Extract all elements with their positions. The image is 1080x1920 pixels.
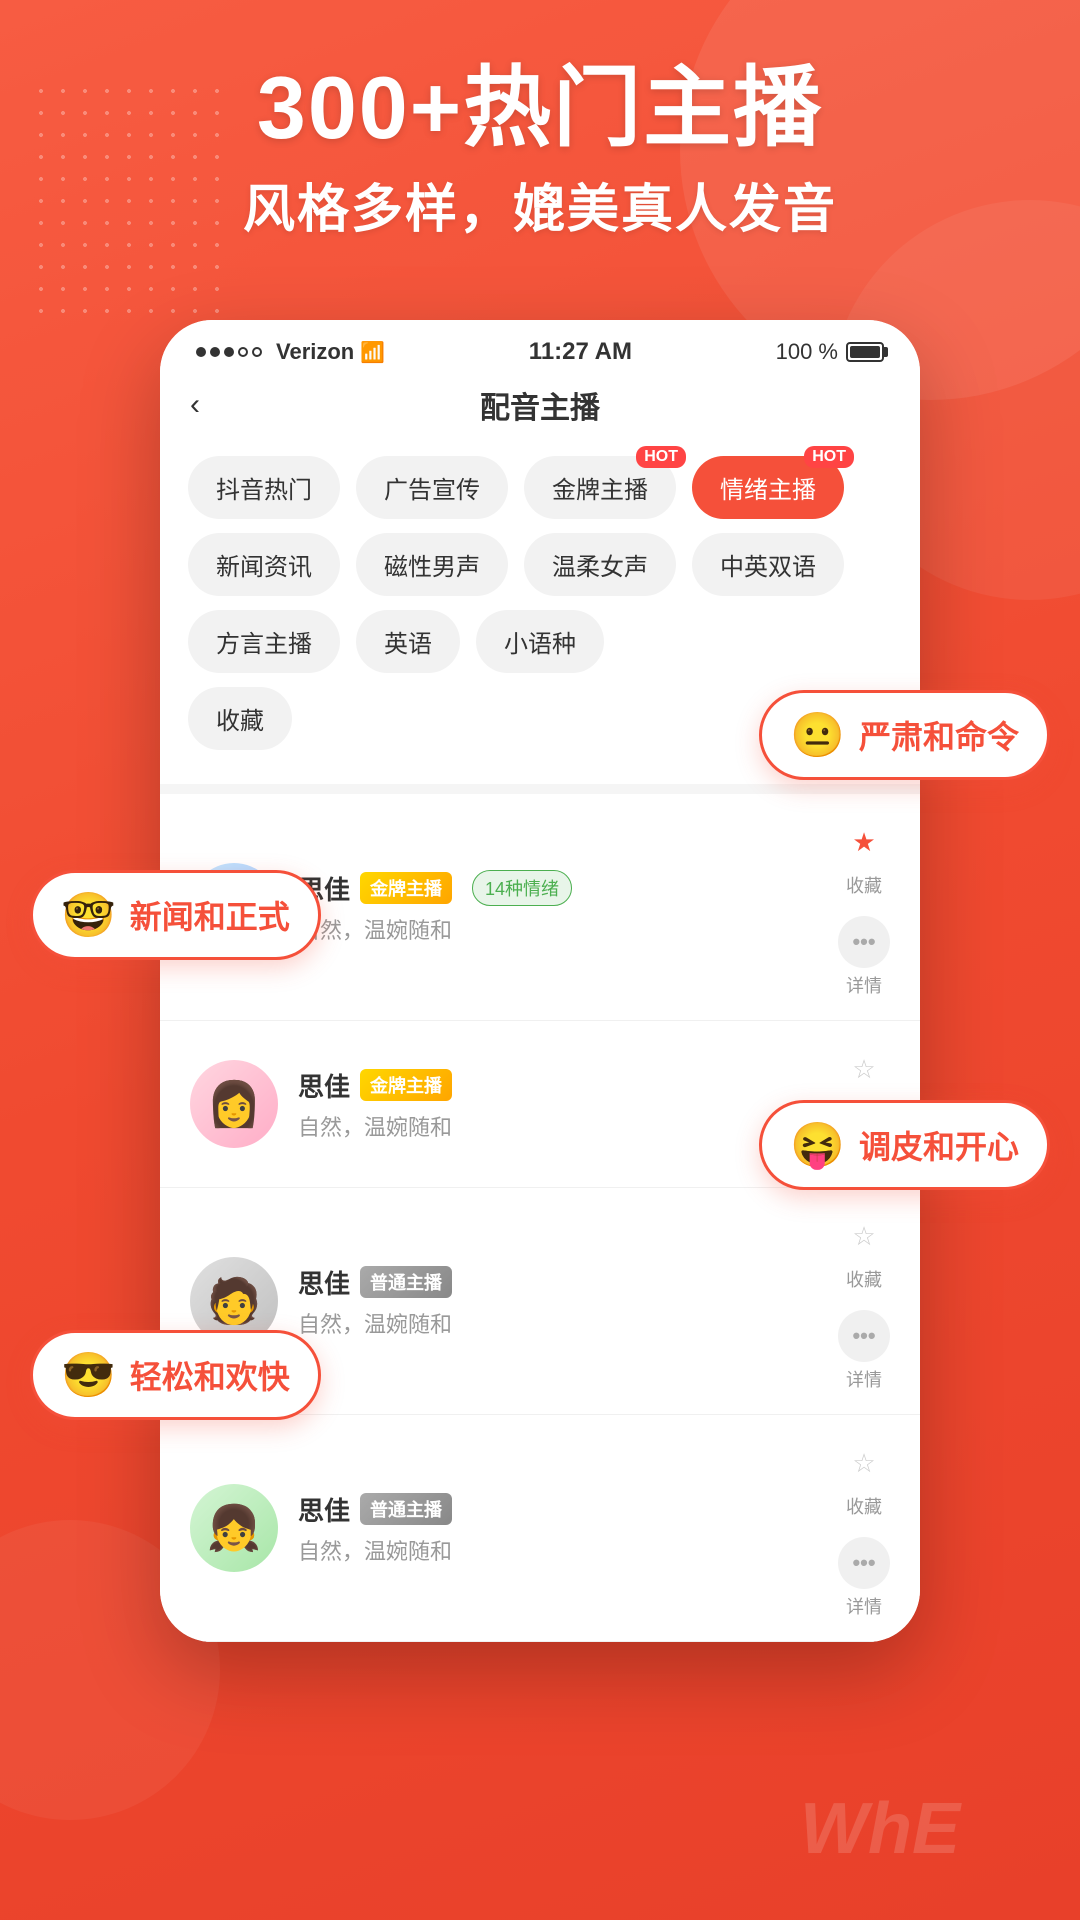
voice-name-4: 思佳 (298, 1491, 350, 1528)
voice-name-3: 思佳 (298, 1264, 350, 1301)
detail-label-3: 详情 (846, 1366, 882, 1392)
category-collect[interactable]: 收藏 (188, 687, 292, 750)
voice-item-4: 👧 思佳 普通主播 自然，温婉随和 ☆ 收藏 ••• 详情 (160, 1415, 920, 1642)
tooltip-news: 🤓 新闻和正式 (30, 870, 321, 960)
whe-watermark: WhE (800, 1788, 960, 1870)
avatar-2: 👩 (190, 1060, 278, 1148)
category-gentle[interactable]: 温柔女声 (524, 533, 676, 596)
collect-label-4: 收藏 (846, 1493, 882, 1519)
detail-btn-1[interactable]: ••• 详情 (838, 916, 890, 998)
more-icon-1: ••• (838, 916, 890, 968)
collect-btn-3[interactable]: ☆ 收藏 (838, 1210, 890, 1292)
tooltip-news-text: 新闻和正式 (130, 892, 290, 938)
emotion-badge-1: 14种情绪 (472, 870, 572, 906)
status-bar: Verizon 📶 11:27 AM 100 % (160, 320, 920, 378)
tooltip-playful: 😝 调皮和开心 (759, 1100, 1050, 1190)
voice-actions-3: ☆ 收藏 ••• 详情 (838, 1210, 890, 1392)
vip-badge-2: 金牌主播 (360, 1069, 452, 1101)
category-english[interactable]: 英语 (356, 610, 460, 673)
collect-label-3: 收藏 (846, 1266, 882, 1292)
collect-btn-1[interactable]: ★ 收藏 (838, 816, 890, 898)
vip-badge-1: 金牌主播 (360, 872, 452, 904)
star-icon-1: ★ (838, 816, 890, 868)
category-douyin[interactable]: 抖音热门 (188, 456, 340, 519)
star-icon-3: ☆ (838, 1210, 890, 1262)
carrier-label: Verizon (276, 339, 354, 365)
voice-actions-1: ★ 收藏 ••• 详情 (838, 816, 890, 998)
battery-icon (846, 342, 884, 362)
voice-desc-1: 自然，温婉随和 (298, 913, 822, 945)
category-dialect[interactable]: 方言主播 (188, 610, 340, 673)
app-bar: ‹ 配音主播 (160, 378, 920, 440)
header-sub-title: 风格多样，媲美真人发音 (0, 167, 1080, 242)
detail-btn-3[interactable]: ••• 详情 (838, 1310, 890, 1392)
voice-name-2: 思佳 (298, 1067, 350, 1104)
collect-btn-2[interactable]: ☆ (838, 1043, 890, 1095)
detail-label-4: 详情 (846, 1593, 882, 1619)
battery-fill (850, 346, 880, 358)
tooltip-strict-emoji: 😐 (790, 709, 845, 761)
back-button[interactable]: ‹ (190, 388, 200, 422)
voice-desc-4: 自然，温婉随和 (298, 1534, 822, 1566)
status-right: 100 % (776, 339, 884, 365)
avatar-4: 👧 (190, 1484, 278, 1572)
voice-desc-3: 自然，温婉随和 (298, 1307, 822, 1339)
category-row-1: 抖音热门 广告宣传 金牌主播 HOT 情绪主播 HOT (188, 456, 892, 519)
signal-dot-1 (196, 347, 206, 357)
vip-badge-3: 普通主播 (360, 1266, 452, 1298)
tooltip-relax-text: 轻松和欢快 (130, 1352, 290, 1398)
status-left: Verizon 📶 (196, 339, 385, 365)
voice-name-row-3: 思佳 普通主播 (298, 1264, 822, 1301)
tooltip-playful-emoji: 😝 (790, 1119, 845, 1171)
header-section: 300+热门主播 风格多样，媲美真人发音 (0, 60, 1080, 242)
status-time: 11:27 AM (529, 338, 632, 366)
phone-mockup: Verizon 📶 11:27 AM 100 % ‹ 配音主播 抖音热门 广告宣… (160, 320, 920, 1642)
category-minority[interactable]: 小语种 (476, 610, 604, 673)
detail-label-1: 详情 (846, 972, 882, 998)
voice-info-4: 思佳 普通主播 自然，温婉随和 (298, 1491, 822, 1566)
signal-dot-3 (224, 347, 234, 357)
voice-info-2: 思佳 金牌主播 自然，温婉随和 (298, 1067, 822, 1142)
signal-dot-2 (210, 347, 220, 357)
voice-info-1: 思佳 金牌主播 14种情绪 自然，温婉随和 (298, 870, 822, 945)
tooltip-relax-emoji: 😎 (61, 1349, 116, 1401)
category-news[interactable]: 新闻资讯 (188, 533, 340, 596)
signal-dot-4 (238, 347, 248, 357)
header-main-title: 300+热门主播 (0, 60, 1080, 157)
tooltip-playful-text: 调皮和开心 (859, 1122, 1019, 1168)
tooltip-news-emoji: 🤓 (61, 889, 116, 941)
voice-desc-2: 自然，温婉随和 (298, 1110, 822, 1142)
wifi-icon: 📶 (360, 340, 385, 365)
voice-actions-4: ☆ 收藏 ••• 详情 (838, 1437, 890, 1619)
battery-percent: 100 % (776, 339, 838, 365)
category-bilingual[interactable]: 中英双语 (692, 533, 844, 596)
app-title: 配音主播 (480, 383, 600, 427)
vip-badge-4: 普通主播 (360, 1493, 452, 1525)
voice-name-row-4: 思佳 普通主播 (298, 1491, 822, 1528)
category-gold[interactable]: 金牌主播 HOT (524, 456, 676, 519)
tooltip-strict-text: 严肃和命令 (859, 712, 1019, 758)
collect-label-1: 收藏 (846, 872, 882, 898)
category-magnetic[interactable]: 磁性男声 (356, 533, 508, 596)
star-icon-2: ☆ (838, 1043, 890, 1095)
more-icon-4: ••• (838, 1537, 890, 1589)
voice-name-row-2: 思佳 金牌主播 (298, 1067, 822, 1104)
voice-name-row-1: 思佳 金牌主播 14种情绪 (298, 870, 822, 907)
section-divider (160, 784, 920, 794)
tooltip-relax: 😎 轻松和欢快 (30, 1330, 321, 1420)
category-row-3: 方言主播 英语 小语种 (188, 610, 892, 673)
detail-btn-4[interactable]: ••• 详情 (838, 1537, 890, 1619)
voice-info-3: 思佳 普通主播 自然，温婉随和 (298, 1264, 822, 1339)
signal-dot-5 (252, 347, 262, 357)
signal-dots (196, 347, 262, 357)
star-icon-4: ☆ (838, 1437, 890, 1489)
more-icon-3: ••• (838, 1310, 890, 1362)
collect-btn-4[interactable]: ☆ 收藏 (838, 1437, 890, 1519)
tooltip-strict: 😐 严肃和命令 (759, 690, 1050, 780)
category-emotion[interactable]: 情绪主播 HOT (692, 456, 844, 519)
category-advert[interactable]: 广告宣传 (356, 456, 508, 519)
category-row-2: 新闻资讯 磁性男声 温柔女声 中英双语 (188, 533, 892, 596)
hot-badge-emotion: HOT (804, 446, 854, 468)
hot-badge-gold: HOT (636, 446, 686, 468)
